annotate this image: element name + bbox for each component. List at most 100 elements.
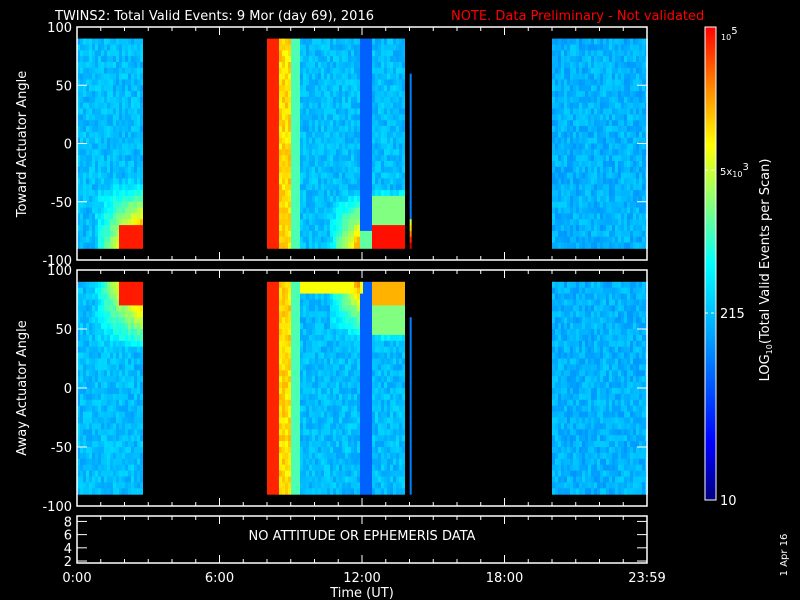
spectrogram-cell — [128, 172, 131, 179]
spectrogram-cell — [134, 329, 137, 336]
spectrogram-cell — [588, 201, 591, 209]
spectrogram-cell — [636, 50, 639, 57]
spectrogram-cell — [402, 85, 405, 92]
spectrogram-cell — [306, 393, 309, 401]
spectrogram-cell — [345, 195, 348, 203]
spectrogram-cell — [92, 178, 95, 185]
spike-cell — [409, 213, 412, 220]
spectrogram-cell — [110, 458, 113, 466]
spectrogram-cell — [95, 149, 98, 156]
spectrogram-cell — [116, 131, 119, 139]
spectrogram-cell — [122, 155, 125, 162]
spectrogram-cell — [591, 73, 594, 80]
spectrogram-cell — [273, 131, 276, 139]
spectrogram-cell — [137, 56, 140, 63]
spectrogram-cell — [119, 190, 122, 197]
spectrogram-cell — [606, 50, 609, 57]
spectrogram-cell — [267, 452, 270, 460]
spectrogram-cell — [318, 195, 321, 203]
spectrogram-cell — [402, 155, 405, 162]
spectrogram-cell — [285, 476, 288, 483]
spectrogram-cell — [110, 50, 113, 57]
spectrogram-cell — [309, 143, 312, 150]
spectrogram-cell — [603, 230, 606, 238]
spectrogram-cell — [318, 172, 321, 179]
spectrogram-cell — [285, 126, 288, 133]
spectrogram-cell — [369, 50, 372, 57]
spectrogram-cell — [597, 79, 600, 86]
spectrogram-cell — [294, 96, 297, 104]
spectrogram-cell — [588, 172, 591, 179]
spectrogram-cell — [306, 299, 309, 306]
spectrogram-cell — [282, 73, 285, 80]
spectrogram-cell — [86, 50, 89, 57]
spectrogram-cell — [570, 62, 573, 69]
spectrogram-cell — [267, 230, 270, 238]
spectrogram-cell — [627, 91, 630, 98]
spectrogram-cell — [393, 155, 396, 162]
spectrogram-cell — [390, 213, 393, 220]
spectrogram-cell — [612, 62, 615, 69]
spectrogram-cell — [131, 399, 134, 407]
spectrogram-cell — [591, 178, 594, 185]
spectrogram-cell — [357, 155, 360, 162]
spectrogram-cell — [339, 96, 342, 104]
spectrogram-cell — [83, 305, 86, 312]
spectrogram-cell — [630, 131, 633, 139]
spectrogram-cell — [621, 225, 624, 232]
spectrogram-cell — [86, 299, 89, 306]
spectrogram-cell — [324, 44, 327, 51]
spectrogram-cell — [128, 376, 131, 383]
spectrogram-cell — [396, 143, 399, 150]
spectrogram-cell — [80, 161, 83, 168]
spectrogram-cell — [137, 201, 140, 209]
spectrogram-cell — [104, 482, 107, 489]
spectrogram-cell — [125, 441, 128, 448]
spectrogram-cell — [378, 96, 381, 104]
spectrogram-cell — [591, 120, 594, 127]
spectrogram-cell — [621, 230, 624, 238]
spectrogram-cell — [387, 207, 390, 214]
spectrogram-cell — [351, 143, 354, 150]
spectrogram-cell — [291, 195, 294, 203]
spectrogram-cell — [306, 161, 309, 168]
spectrogram-cell — [273, 219, 276, 226]
spectrogram-cell — [327, 219, 330, 226]
spectrogram-cell — [92, 364, 95, 371]
spectrogram-cell — [291, 108, 294, 115]
spectrogram-cell — [630, 166, 633, 174]
spectrogram-cell — [387, 219, 390, 226]
spectrogram-cell — [140, 242, 143, 249]
spectrogram-cell — [279, 293, 282, 300]
spectrogram-cell — [128, 137, 131, 144]
spectrogram-cell — [582, 79, 585, 86]
spectrogram-cell — [279, 352, 282, 359]
spectrogram-cell — [291, 56, 294, 63]
spectrogram-cell — [116, 470, 119, 477]
spectrogram-cell — [555, 178, 558, 185]
spectrogram-cell — [267, 299, 270, 306]
spectrogram-cell — [609, 207, 612, 214]
spectrogram-cell — [567, 79, 570, 86]
spectrogram-cell — [80, 482, 83, 489]
spectrogram-cell — [366, 108, 369, 115]
spectrogram-cell — [291, 470, 294, 477]
spectrogram-cell — [140, 305, 143, 312]
spectrogram-cell — [92, 85, 95, 92]
spectrogram-cell — [588, 131, 591, 139]
spectrogram-cell — [594, 178, 597, 185]
spectrogram-cell — [309, 62, 312, 69]
spectrogram-cell — [119, 149, 122, 156]
spectrogram-cell — [101, 143, 104, 150]
spectrogram-cell — [92, 155, 95, 162]
spectrogram-cell — [561, 73, 564, 80]
spectrogram-cell — [104, 225, 107, 232]
spectrogram-cell — [585, 161, 588, 168]
spectrogram-cell — [396, 108, 399, 115]
spectrogram-cell — [363, 102, 366, 109]
spectrogram-cell — [306, 488, 309, 495]
spectrogram-cell — [354, 230, 357, 238]
spectrogram-cell — [270, 488, 273, 495]
spectrogram-cell — [119, 96, 122, 104]
spectrogram-cell — [594, 213, 597, 220]
